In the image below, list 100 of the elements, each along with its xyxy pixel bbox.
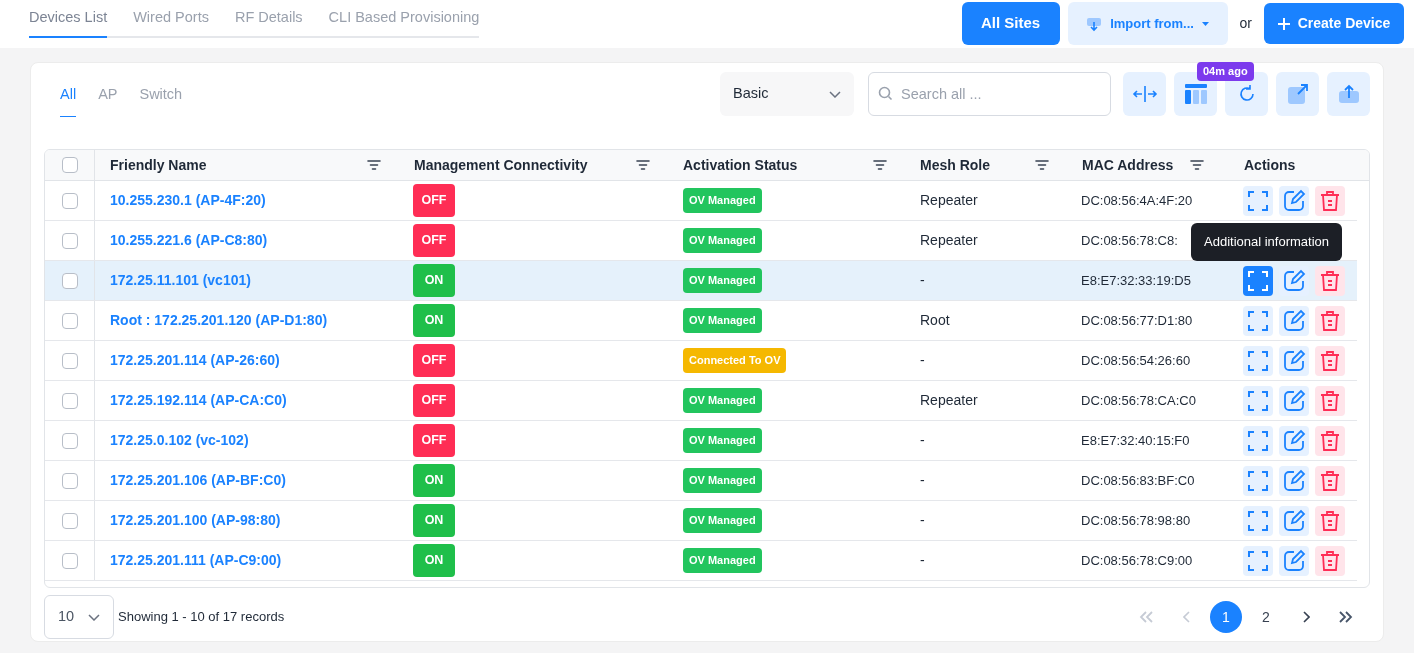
- delete-button[interactable]: [1315, 385, 1345, 416]
- device-link[interactable]: 172.25.201.106 (AP-BF:C0): [110, 470, 286, 491]
- filter-icon[interactable]: [1035, 159, 1049, 171]
- export-button[interactable]: [1327, 72, 1370, 116]
- chevron-right-icon: [1302, 611, 1310, 623]
- filter-tab[interactable]: AP: [98, 84, 118, 117]
- mac-address: DC:08:56:83:BF:C0: [1081, 471, 1195, 490]
- trash-icon: [1320, 389, 1340, 412]
- table-row[interactable]: 172.25.201.114 (AP-26:60) OFF Connected To OV - DC:08:56:54:26:60: [45, 341, 1357, 381]
- all-sites-button[interactable]: All Sites: [961, 2, 1060, 45]
- expand-button[interactable]: [1243, 345, 1273, 376]
- page-button[interactable]: 1: [1210, 601, 1242, 633]
- checkbox[interactable]: [61, 352, 78, 369]
- device-link[interactable]: 172.25.11.101 (vc101): [110, 270, 251, 291]
- table-row[interactable]: 172.25.0.102 (vc-102) OFF OV Managed - E8:E7:32:40:15:F0: [45, 421, 1357, 461]
- filter-tab[interactable]: Switch: [139, 84, 183, 117]
- device-link[interactable]: 172.25.201.100 (AP-98:80): [110, 510, 281, 531]
- expand-button[interactable]: [1243, 465, 1273, 496]
- mac-address: E8:E7:32:33:19:D5: [1081, 271, 1191, 290]
- device-link[interactable]: 172.25.201.114 (AP-26:60): [110, 350, 280, 371]
- view-select[interactable]: Basic: [720, 72, 854, 116]
- chevron-down-icon: [88, 613, 100, 621]
- expand-button[interactable]: [1243, 265, 1273, 296]
- device-link[interactable]: Root : 172.25.201.120 (AP-D1:80): [110, 310, 328, 331]
- expand-button[interactable]: [1243, 385, 1273, 416]
- filter-tab[interactable]: All: [60, 84, 77, 117]
- table-row[interactable]: 172.25.201.111 (AP-C9:00) ON OV Managed - DC:08:56:78:C9:00: [45, 541, 1357, 581]
- checkbox[interactable]: [61, 272, 78, 289]
- double-chevron-right-icon: [1339, 611, 1353, 623]
- filter-icon[interactable]: [873, 159, 887, 171]
- connectivity-status: OFF: [413, 384, 455, 417]
- edit-button[interactable]: [1279, 505, 1309, 536]
- edit-button[interactable]: [1279, 545, 1309, 576]
- device-link[interactable]: 10.255.221.6 (AP-C8:80): [110, 230, 268, 251]
- table-row[interactable]: 172.25.201.100 (AP-98:80) ON OV Managed - DC:08:56:78:98:80: [45, 501, 1357, 541]
- expand-icon: [1248, 510, 1268, 531]
- checkbox[interactable]: [61, 512, 78, 529]
- table-row[interactable]: 172.25.201.106 (AP-BF:C0) ON OV Managed - DC:08:56:83:BF:C0: [45, 461, 1357, 501]
- checkbox[interactable]: [61, 232, 78, 249]
- create-device-button[interactable]: Create Device: [1264, 3, 1404, 44]
- table-row[interactable]: 172.25.192.114 (AP-CA:C0) OFF OV Managed Repeater DC:08:56:78:CA:C0: [45, 381, 1357, 421]
- edit-button[interactable]: [1279, 465, 1309, 496]
- mesh-role: -: [920, 511, 925, 530]
- activation-status: OV Managed: [683, 468, 762, 493]
- search-field[interactable]: Search all ...: [868, 72, 1111, 116]
- trash-icon: [1320, 429, 1340, 452]
- edit-button[interactable]: [1279, 185, 1309, 216]
- edit-button[interactable]: [1279, 345, 1309, 376]
- page-button[interactable]: 2: [1250, 601, 1282, 633]
- expand-button[interactable]: [1243, 185, 1273, 216]
- edit-button[interactable]: [1279, 385, 1309, 416]
- filter-icon[interactable]: [367, 159, 381, 171]
- expand-button[interactable]: [1243, 425, 1273, 456]
- device-link[interactable]: 172.25.192.114 (AP-CA:C0): [110, 390, 287, 411]
- checkbox[interactable]: [61, 552, 78, 569]
- resize-horizontal-icon: [1131, 85, 1158, 103]
- checkbox[interactable]: [61, 432, 78, 449]
- column-header: Management Connectivity: [414, 155, 588, 175]
- edit-button[interactable]: [1279, 425, 1309, 456]
- import-button[interactable]: Import from...: [1067, 2, 1228, 45]
- nav-tab[interactable]: RF Details: [234, 0, 303, 38]
- edit-button[interactable]: [1279, 265, 1309, 296]
- mac-address: DC:08:56:78:C8:: [1081, 231, 1178, 250]
- device-link[interactable]: 172.25.201.111 (AP-C9:00): [110, 550, 282, 571]
- filter-icon[interactable]: [636, 159, 650, 171]
- checkbox[interactable]: [61, 192, 78, 209]
- delete-button[interactable]: [1315, 545, 1345, 576]
- table-row[interactable]: Root : 172.25.201.120 (AP-D1:80) ON OV Managed Root DC:08:56:77:D1:80: [45, 301, 1357, 341]
- open-external-button[interactable]: [1276, 72, 1319, 116]
- connectivity-status: OFF: [413, 424, 455, 457]
- activation-status: OV Managed: [683, 428, 762, 453]
- device-link[interactable]: 172.25.0.102 (vc-102): [110, 430, 249, 451]
- nav-tab[interactable]: Wired Ports: [133, 0, 209, 38]
- edit-button[interactable]: [1279, 305, 1309, 336]
- expand-button[interactable]: [1243, 545, 1273, 576]
- checkbox[interactable]: [61, 312, 78, 329]
- page-size-select[interactable]: 10: [44, 595, 114, 639]
- delete-button[interactable]: [1315, 305, 1345, 336]
- connectivity-status: ON: [413, 504, 455, 537]
- columns-width-button[interactable]: [1123, 72, 1166, 116]
- nav-tab[interactable]: CLI Based Provisioning: [328, 0, 480, 38]
- mesh-role: -: [920, 551, 925, 570]
- delete-button[interactable]: [1315, 265, 1345, 296]
- device-link[interactable]: 10.255.230.1 (AP-4F:20): [110, 190, 266, 211]
- table-row[interactable]: 10.255.230.1 (AP-4F:20) OFF OV Managed Repeater DC:08:56:4A:4F:20: [45, 181, 1357, 221]
- checkbox[interactable]: [61, 472, 78, 489]
- nav-tab[interactable]: Devices List: [29, 0, 108, 38]
- expand-icon: [1248, 470, 1268, 491]
- delete-button[interactable]: [1315, 505, 1345, 536]
- delete-button[interactable]: [1315, 465, 1345, 496]
- filter-icon[interactable]: [1190, 159, 1204, 171]
- expand-button[interactable]: [1243, 305, 1273, 336]
- connectivity-status: OFF: [413, 184, 455, 217]
- delete-button[interactable]: [1315, 425, 1345, 456]
- checkbox[interactable]: [61, 157, 78, 173]
- checkbox[interactable]: [61, 392, 78, 409]
- column-header: Mesh Role: [920, 155, 990, 175]
- expand-button[interactable]: [1243, 505, 1273, 536]
- delete-button[interactable]: [1315, 185, 1345, 216]
- delete-button[interactable]: [1315, 345, 1345, 376]
